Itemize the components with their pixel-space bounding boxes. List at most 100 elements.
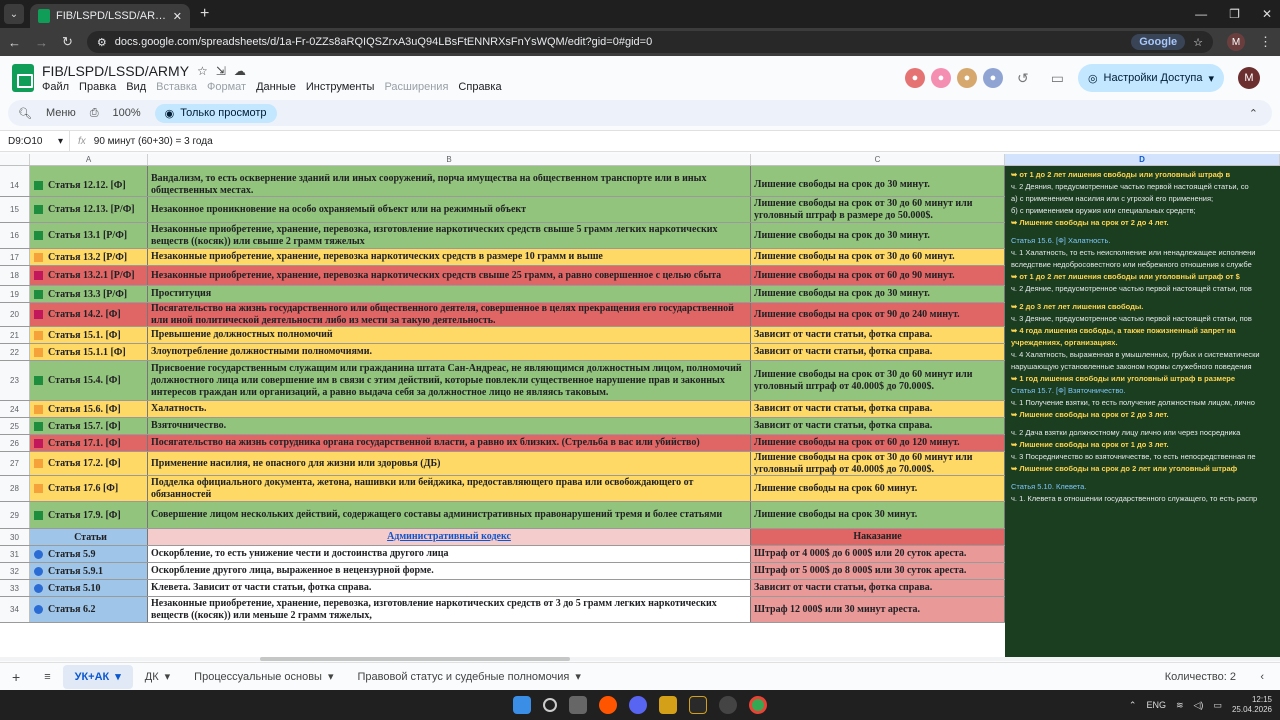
search-menus-icon[interactable]: 🔍︎: [18, 107, 32, 120]
menu-help[interactable]: Справка: [458, 81, 501, 93]
description-cell[interactable]: Клевета. Зависит от части статьи, фотка …: [148, 580, 751, 596]
collaborator-avatar-1[interactable]: ●: [904, 68, 925, 88]
soundcloud-icon[interactable]: [599, 696, 617, 714]
clock[interactable]: 12:15 25.04.2026: [1232, 695, 1272, 715]
punishment-cell[interactable]: Лишение свободы на срок от 30 до 60 мину…: [751, 249, 1005, 265]
forward-icon[interactable]: →: [35, 35, 48, 50]
menu-extensions[interactable]: Расширения: [384, 81, 448, 93]
article-cell[interactable]: Статья 13.3 [Р/Ф]: [30, 286, 148, 302]
name-box[interactable]: D9:O10 ▾: [0, 131, 70, 151]
description-cell[interactable]: Посягательство на жизнь государственного…: [148, 303, 751, 326]
browser-menu-icon[interactable]: ⋮: [1259, 34, 1272, 50]
article-cell[interactable]: Статья 15.4. [Ф]: [30, 361, 148, 400]
article-cell[interactable]: Статья 14.2. [Ф]: [30, 303, 148, 326]
article-cell[interactable]: Статья 17.2. [Ф]: [30, 452, 148, 475]
view-only-badge[interactable]: ◉ Только просмотр: [154, 103, 277, 123]
star-icon[interactable]: ☆: [197, 64, 208, 78]
article-cell[interactable]: Статья 15.1.1 [Ф]: [30, 344, 148, 360]
battery-icon[interactable]: ▭: [1213, 700, 1222, 711]
collapse-side-icon[interactable]: ‹: [1260, 671, 1264, 683]
description-cell[interactable]: Незаконное проникновение на особо охраня…: [148, 197, 751, 222]
tab-search-button[interactable]: ⌄: [4, 4, 24, 24]
row-number[interactable]: 16: [0, 223, 30, 248]
rockstar-icon[interactable]: [689, 696, 707, 714]
sheet-tab-procedural[interactable]: Процессуальные основы ▾: [182, 665, 345, 689]
collaborator-avatar-4[interactable]: ●: [982, 68, 1003, 88]
punishment-cell[interactable]: Зависит от части статьи, фотка справа.: [751, 327, 1005, 343]
ak-code-link[interactable]: Административный кодекс: [387, 531, 511, 543]
menu-view[interactable]: Вид: [126, 81, 146, 93]
google-search-chip[interactable]: Google: [1131, 34, 1186, 50]
chrome-icon[interactable]: [749, 696, 767, 714]
menu-tools[interactable]: Инструменты: [306, 81, 375, 93]
collaborator-avatar-3[interactable]: ●: [956, 68, 977, 88]
description-cell[interactable]: Незаконные приобретение, хранение, перев…: [148, 223, 751, 248]
row-number[interactable]: 27: [0, 452, 30, 475]
spreadsheet-grid[interactable]: A B C D 14 Статья 12.12. [Ф] Вандализм, …: [0, 154, 1280, 657]
sheet-tab-dk[interactable]: ДК ▾: [133, 665, 182, 689]
row-number[interactable]: 14: [0, 174, 30, 196]
row-number[interactable]: 24: [0, 401, 30, 417]
bookmark-star-icon[interactable]: ☆: [1193, 36, 1203, 49]
wifi-icon[interactable]: ≋: [1176, 700, 1184, 711]
discord-icon[interactable]: [629, 696, 647, 714]
user-avatar[interactable]: M: [1238, 67, 1260, 89]
article-cell[interactable]: Статья 17.6 [Ф]: [30, 476, 148, 501]
punishment-cell[interactable]: Лишение свободы на срок до 30 минут.: [751, 174, 1005, 196]
punishment-cell[interactable]: Лишение свободы на срок 60 минут.: [751, 476, 1005, 501]
search-icon[interactable]: [543, 698, 557, 712]
row-number[interactable]: 33: [0, 580, 30, 596]
article-cell[interactable]: Статья 17.1. [Ф]: [30, 435, 148, 451]
restore-icon[interactable]: ❐: [1229, 7, 1240, 21]
punishment-cell[interactable]: Лишение свободы на срок от 60 до 90 мину…: [751, 266, 1005, 285]
back-icon[interactable]: ←: [8, 35, 21, 50]
chevron-down-icon[interactable]: ▾: [1208, 72, 1214, 85]
punishment-cell[interactable]: Лишение свободы на срок от 30 до 60 мину…: [751, 197, 1005, 222]
ak-header-title[interactable]: Административный кодекс: [148, 529, 751, 545]
row-number[interactable]: 29: [0, 502, 30, 528]
ak-header-articles[interactable]: Статьи: [30, 529, 148, 545]
description-cell[interactable]: Подделка официального документа, жетона,…: [148, 476, 751, 501]
all-sheets-icon[interactable]: ≡: [32, 665, 62, 689]
punishment-cell[interactable]: Лишение свободы на срок от 60 до 120 мин…: [751, 435, 1005, 451]
article-cell[interactable]: Статья 13.2 [Р/Ф]: [30, 249, 148, 265]
row-number[interactable]: 15: [0, 197, 30, 222]
article-cell[interactable]: Статья 17.9. [Ф]: [30, 502, 148, 528]
punishment-cell[interactable]: Лишение свободы на срок от 90 до 240 мин…: [751, 303, 1005, 326]
meet-icon[interactable]: ▭: [1051, 70, 1064, 87]
language-indicator[interactable]: ENG: [1146, 700, 1166, 710]
article-cell[interactable]: Статья 12.13. [Р/Ф]: [30, 197, 148, 222]
selection-count[interactable]: Количество: 2: [1165, 671, 1236, 683]
article-cell[interactable]: Статья 5.9: [30, 546, 148, 562]
move-icon[interactable]: ⇲: [216, 64, 226, 78]
menu-edit[interactable]: Правка: [79, 81, 116, 93]
punishment-cell[interactable]: Зависит от части статьи, фотка справа.: [751, 344, 1005, 360]
steam-icon[interactable]: [719, 696, 737, 714]
task-view-icon[interactable]: [569, 696, 587, 714]
description-cell[interactable]: Оскорбление, то есть унижение чести и до…: [148, 546, 751, 562]
omnibox[interactable]: ⚙ docs.google.com/spreadsheets/d/1a-Fr-0…: [86, 31, 1213, 53]
horizontal-scrollbar[interactable]: [0, 657, 1280, 661]
print-icon[interactable]: ⎙: [90, 107, 99, 120]
tray-chevron-icon[interactable]: ⌃: [1129, 700, 1137, 711]
cloud-status-icon[interactable]: ☁: [234, 64, 246, 78]
article-cell[interactable]: Статья 13.1 [Р/Ф]: [30, 223, 148, 248]
row-number[interactable]: 34: [0, 597, 30, 622]
select-all-corner[interactable]: [0, 154, 30, 165]
description-cell[interactable]: Взяточничество.: [148, 418, 751, 434]
windows-start-icon[interactable]: [513, 696, 531, 714]
punishment-cell[interactable]: Штраф от 5 000$ до 8 000$ или 30 суток а…: [751, 563, 1005, 579]
col-header-d[interactable]: D: [1005, 154, 1280, 165]
punishment-cell[interactable]: Лишение свободы на срок до 30 минут.: [751, 286, 1005, 302]
history-icon[interactable]: ↺: [1017, 70, 1029, 87]
punishment-cell[interactable]: Штраф от 4 000$ до 6 000$ или 20 суток а…: [751, 546, 1005, 562]
menu-search-label[interactable]: Меню: [46, 107, 76, 119]
row-number[interactable]: 18: [0, 266, 30, 285]
ak-header-punishment[interactable]: Наказание: [751, 529, 1005, 545]
description-cell[interactable]: Вандализм, то есть осквернение зданий ил…: [148, 174, 751, 196]
punishment-cell[interactable]: Зависит от части статьи, фотка справа.: [751, 401, 1005, 417]
menu-insert[interactable]: Вставка: [156, 81, 197, 93]
row-number[interactable]: 30: [0, 529, 30, 545]
minimize-icon[interactable]: —: [1195, 7, 1207, 21]
description-cell[interactable]: Превышение должностных полномочий: [148, 327, 751, 343]
